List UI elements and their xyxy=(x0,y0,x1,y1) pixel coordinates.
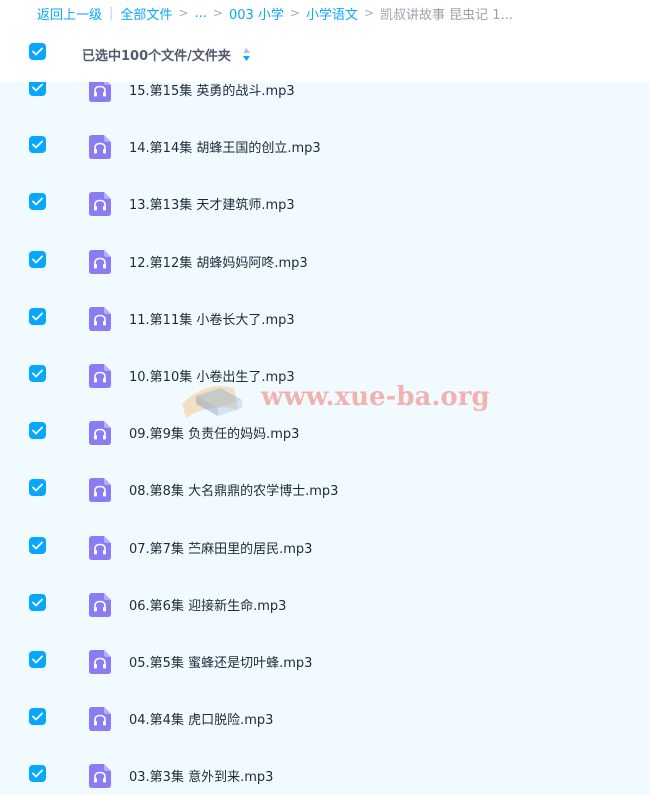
file-checkbox[interactable] xyxy=(29,765,46,783)
selection-header: 已选中100个文件/文件夹 xyxy=(0,34,650,74)
file-row[interactable]: 09.第9集 负责任的妈妈.mp3 xyxy=(0,404,650,461)
file-name: 12.第12集 胡蜂妈妈阿咚.mp3 xyxy=(129,255,308,271)
check-icon xyxy=(32,426,43,435)
check-icon xyxy=(32,598,43,607)
file-checkbox[interactable] xyxy=(29,365,46,382)
file-checkbox[interactable] xyxy=(29,422,46,440)
file-checkbox[interactable] xyxy=(29,250,46,268)
back-link[interactable]: 返回上一级 xyxy=(37,4,102,23)
chevron-right-icon: > xyxy=(289,6,300,20)
file-name: 13.第13集 天才建筑师.mp3 xyxy=(129,198,295,214)
breadcrumb-ellipsis[interactable]: ... xyxy=(194,6,206,21)
file-name: 05.第5集 蜜蜂还是切叶蜂.mp3 xyxy=(129,656,313,671)
file-name: 06.第6集 迎接新生命.mp3 xyxy=(129,598,287,614)
file-name: 14.第14集 胡蜂王国的创立.mp3 xyxy=(129,141,321,157)
breadcrumb-all-files[interactable]: 全部文件 xyxy=(120,4,172,23)
file-checkbox[interactable] xyxy=(29,536,46,554)
file-checkbox[interactable] xyxy=(29,82,46,96)
file-name: 10.第10集 小卷出生了.mp3 xyxy=(129,370,295,385)
audio-file-icon xyxy=(89,650,111,674)
file-name: 08.第8集 大名鼎鼎的农学博士.mp3 xyxy=(129,484,339,500)
audio-file-icon xyxy=(89,764,111,789)
breadcrumb: 返回上一级 | 全部文件 > ... > 003 小学 > 小学语文 > 凯叔讲… xyxy=(0,0,650,26)
audio-file-icon xyxy=(89,249,111,274)
check-icon xyxy=(32,140,43,149)
file-name: 03.第3集 意外到来.mp3 xyxy=(129,770,274,786)
file-checkbox[interactable] xyxy=(29,193,46,211)
file-browser-page: 返回上一级 | 全部文件 > ... > 003 小学 > 小学语文 > 凯叔讲… xyxy=(0,0,650,795)
breadcrumb-folder-primary[interactable]: 003 小学 xyxy=(229,4,284,23)
file-row[interactable]: 06.第6集 迎接新生命.mp3 xyxy=(0,576,650,633)
check-icon xyxy=(32,369,43,378)
file-checkbox[interactable] xyxy=(29,593,46,611)
sort-up-down-icon[interactable] xyxy=(242,47,251,62)
check-icon xyxy=(32,255,43,263)
file-row[interactable]: 10.第10集 小卷出生了.mp3 xyxy=(0,347,650,404)
file-row[interactable]: 07.第7集 苎麻田里的居民.mp3 xyxy=(0,519,650,576)
file-checkbox[interactable] xyxy=(29,708,46,726)
file-checkbox[interactable] xyxy=(29,651,46,668)
check-icon xyxy=(32,312,43,321)
chevron-right-icon: > xyxy=(178,6,189,20)
file-row[interactable]: 11.第11集 小卷长大了.mp3 xyxy=(0,290,650,347)
check-icon xyxy=(32,712,43,721)
check-icon xyxy=(32,83,43,92)
file-row[interactable]: 08.第8集 大名鼎鼎的农学博士.mp3 xyxy=(0,461,650,518)
file-list: 15.第15集 英勇的战斗.mp3 14.第14集 胡蜂王国的创立.mp3 13.第… xyxy=(0,82,650,795)
chevron-right-icon: > xyxy=(363,6,375,20)
audio-file-icon xyxy=(89,364,111,388)
file-name: 04.第4集 虎口脱险.mp3 xyxy=(129,713,274,729)
file-checkbox[interactable] xyxy=(29,136,46,154)
audio-file-icon xyxy=(89,82,111,102)
file-row[interactable]: 03.第3集 意外到来.mp3 xyxy=(0,747,650,795)
file-name: 15.第15集 英勇的战斗.mp3 xyxy=(129,84,295,99)
check-icon xyxy=(32,483,43,492)
file-row[interactable]: 12.第12集 胡蜂妈妈阿咚.mp3 xyxy=(0,233,650,290)
selection-count-label: 已选中100个文件/文件夹 xyxy=(82,49,231,64)
file-checkbox[interactable] xyxy=(29,307,46,325)
chevron-right-icon: > xyxy=(212,6,223,20)
breadcrumb-folder-chinese[interactable]: 小学语文 xyxy=(306,4,358,23)
file-name: 11.第11集 小卷长大了.mp3 xyxy=(129,312,295,328)
audio-file-icon xyxy=(89,192,111,217)
select-all-checkbox[interactable] xyxy=(29,43,46,60)
check-icon xyxy=(32,197,43,206)
check-icon xyxy=(32,47,43,56)
audio-file-icon xyxy=(89,707,111,732)
breadcrumb-divider: | xyxy=(109,5,114,21)
file-name: 07.第7集 苎麻田里的居民.mp3 xyxy=(129,541,313,557)
file-row[interactable]: 14.第14集 胡蜂王国的创立.mp3 xyxy=(0,118,650,175)
audio-file-icon xyxy=(89,306,111,331)
check-icon xyxy=(32,769,43,778)
audio-file-icon xyxy=(89,535,111,560)
audio-file-icon xyxy=(89,135,111,160)
file-row[interactable]: 04.第4集 虎口脱险.mp3 xyxy=(0,690,650,747)
breadcrumb-current-folder: 凯叔讲故事 昆虫记 1... xyxy=(380,7,513,23)
audio-file-icon xyxy=(89,421,111,446)
check-icon xyxy=(32,541,43,549)
check-icon xyxy=(32,655,43,664)
file-row[interactable]: 15.第15集 英勇的战斗.mp3 xyxy=(0,82,650,118)
file-row[interactable]: 05.第5集 蜜蜂还是切叶蜂.mp3 xyxy=(0,633,650,690)
audio-file-icon xyxy=(89,592,111,617)
file-name: 09.第9集 负责任的妈妈.mp3 xyxy=(129,427,300,443)
audio-file-icon xyxy=(89,478,111,503)
file-row[interactable]: 13.第13集 天才建筑师.mp3 xyxy=(0,175,650,232)
file-checkbox[interactable] xyxy=(29,479,46,497)
